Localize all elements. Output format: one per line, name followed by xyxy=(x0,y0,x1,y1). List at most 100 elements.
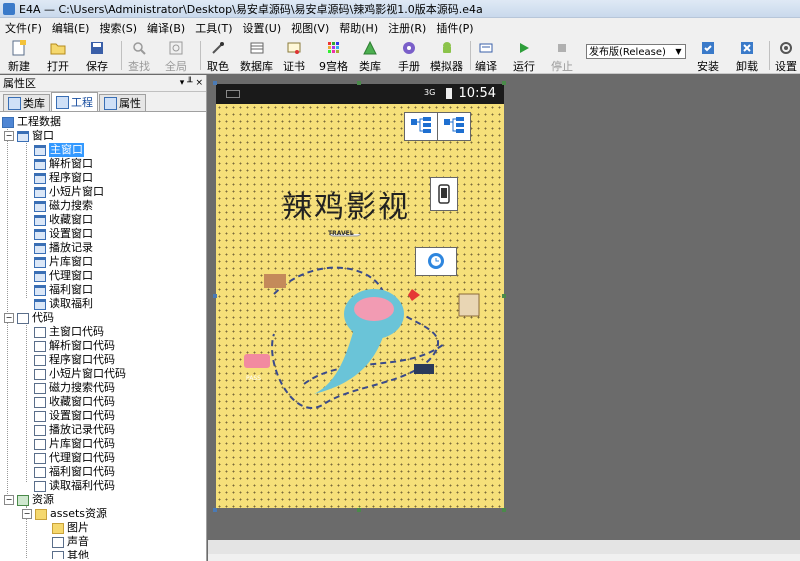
tree-item-code[interactable]: 播放记录代码 xyxy=(34,423,115,437)
tree-item-asset[interactable]: 声音 xyxy=(52,535,89,549)
tree-assets[interactable]: − assets资源 xyxy=(22,507,107,521)
code-file-icon xyxy=(34,340,46,352)
resources-icon xyxy=(17,494,29,506)
global-search-button[interactable]: 全局 xyxy=(165,40,187,74)
menu-settings[interactable]: 设置(U) xyxy=(238,20,287,36)
library-icon xyxy=(362,40,378,56)
tree-item-code[interactable]: 读取福利代码 xyxy=(34,479,115,493)
tree-item-code[interactable]: 代理窗口代码 xyxy=(34,451,115,465)
menu-file[interactable]: 文件(F) xyxy=(0,20,47,36)
menu-build[interactable]: 编译(B) xyxy=(142,20,190,36)
android-status-bar: 3G 10:54 xyxy=(216,84,504,104)
manual-button[interactable]: 手册 xyxy=(398,40,420,74)
resize-handle[interactable] xyxy=(502,81,506,85)
tree-item-code[interactable]: 收藏窗口代码 xyxy=(34,395,115,409)
nine-grid-button[interactable]: 9宫格 xyxy=(319,40,348,74)
menu-view[interactable]: 视图(V) xyxy=(286,20,334,36)
window-icon xyxy=(34,172,46,184)
find-button[interactable]: 查找 xyxy=(128,40,150,74)
tree-item-window[interactable]: 代理窗口 xyxy=(34,269,93,283)
tree-item-asset[interactable]: 图片 xyxy=(52,521,89,535)
settings-button[interactable]: 设置 xyxy=(775,40,797,74)
tree-item-code[interactable]: 福利窗口代码 xyxy=(34,465,115,479)
tree-code[interactable]: − 代码 xyxy=(4,311,54,325)
install-button[interactable]: 安装 xyxy=(697,40,719,74)
pick-color-button[interactable]: 取色 xyxy=(207,40,229,74)
certificate-button[interactable]: 证书 xyxy=(283,40,305,74)
tree-windows[interactable]: − 窗口 xyxy=(4,129,54,143)
collapse-icon[interactable]: − xyxy=(4,495,14,505)
collapse-icon[interactable]: − xyxy=(4,131,14,141)
save-button[interactable]: 保存 xyxy=(86,40,108,74)
resize-handle[interactable] xyxy=(502,508,506,512)
resize-handle[interactable] xyxy=(213,81,217,85)
tree-item-code[interactable]: 主窗口代码 xyxy=(34,325,104,339)
tree-resources[interactable]: − 资源 xyxy=(4,493,54,507)
eyedropper-icon xyxy=(210,40,226,56)
database-icon xyxy=(249,40,265,56)
tree-item-code[interactable]: 设置窗口代码 xyxy=(34,409,115,423)
list-component-icon[interactable] xyxy=(437,112,471,141)
travel-label: TRAVEL xyxy=(328,230,354,237)
code-file-icon xyxy=(34,424,46,436)
uninstall-icon xyxy=(739,40,755,56)
tree-item-window[interactable]: 小短片窗口 xyxy=(34,185,104,199)
stop-icon xyxy=(554,40,570,56)
emulator-button[interactable]: 模拟器 xyxy=(430,40,463,74)
collapse-icon[interactable]: − xyxy=(22,509,32,519)
tree-item-window[interactable]: 读取福利 xyxy=(34,297,93,311)
menu-register[interactable]: 注册(R) xyxy=(383,20,431,36)
database-button[interactable]: 数据库 xyxy=(240,40,273,74)
tree-item-window[interactable]: 设置窗口 xyxy=(34,227,93,241)
tree-item-window[interactable]: 片库窗口 xyxy=(34,255,93,269)
window-icon xyxy=(34,144,46,156)
phone-component-icon[interactable] xyxy=(430,177,458,211)
tab-library[interactable]: 类库 xyxy=(3,94,50,111)
compile-button[interactable]: 编译 xyxy=(475,40,497,74)
tree-root[interactable]: 工程数据 xyxy=(2,115,61,129)
open-button[interactable]: 打开 xyxy=(47,40,69,74)
stop-button[interactable]: 停止 xyxy=(551,40,573,74)
resize-handle[interactable] xyxy=(357,81,361,85)
tree-item-window[interactable]: 福利窗口 xyxy=(34,283,93,297)
list-component-icon[interactable] xyxy=(404,112,438,141)
tree-item-code[interactable]: 程序窗口代码 xyxy=(34,353,115,367)
run-button[interactable]: 运行 xyxy=(513,40,535,74)
tree-item-code[interactable]: 小短片窗口代码 xyxy=(34,367,126,381)
tree-item-window[interactable]: 磁力搜索 xyxy=(34,199,93,213)
main-window-screen[interactable]: 辣鸡影视 TRAVEL PASS xyxy=(216,104,504,508)
battery-icon xyxy=(446,88,452,99)
menu-tools[interactable]: 工具(T) xyxy=(190,20,237,36)
new-button[interactable]: 新建 xyxy=(8,40,30,74)
tree-item-window[interactable]: 播放记录 xyxy=(34,241,93,255)
panel-controls[interactable]: ▾ ╨ × xyxy=(180,78,203,88)
menu-search[interactable]: 搜索(S) xyxy=(94,20,142,36)
uninstall-button[interactable]: 卸载 xyxy=(736,40,758,74)
tree-item-asset[interactable]: 其他 xyxy=(52,549,89,559)
tab-properties[interactable]: 属性 xyxy=(99,94,146,111)
resize-handle[interactable] xyxy=(213,508,217,512)
phone-preview[interactable]: 3G 10:54 辣鸡影视 TRAVEL PASS xyxy=(216,84,504,508)
library-button[interactable]: 类库 xyxy=(359,40,381,74)
tree-item-code[interactable]: 解析窗口代码 xyxy=(34,339,115,353)
status-time: 10:54 xyxy=(458,86,496,101)
menu-edit[interactable]: 编辑(E) xyxy=(47,20,95,36)
tree-item-code[interactable]: 磁力搜索代码 xyxy=(34,381,115,395)
resize-handle[interactable] xyxy=(213,294,217,298)
horizontal-scrollbar[interactable] xyxy=(208,540,800,554)
tree-item-window[interactable]: 程序窗口 xyxy=(34,171,93,185)
window-icon xyxy=(34,214,46,226)
tree-item-window[interactable]: 解析窗口 xyxy=(34,157,93,171)
resize-handle[interactable] xyxy=(357,508,361,512)
collapse-icon[interactable]: − xyxy=(4,313,14,323)
tree-item-window[interactable]: 主窗口 xyxy=(34,143,84,157)
window-icon xyxy=(34,284,46,296)
property-panel: 属性区 ▾ ╨ × 类库 工程 属性 工程数据 − 窗口 主窗口 解析窗口 程序窗… xyxy=(0,75,207,561)
build-mode-select[interactable]: 发布版(Release) ▼ xyxy=(586,44,686,59)
tree-item-code[interactable]: 片库窗口代码 xyxy=(34,437,115,451)
menu-help[interactable]: 帮助(H) xyxy=(334,20,383,36)
tab-project[interactable]: 工程 xyxy=(51,92,98,111)
menu-plugins[interactable]: 插件(P) xyxy=(431,20,478,36)
tree-item-window[interactable]: 收藏窗口 xyxy=(34,213,93,227)
resize-handle[interactable] xyxy=(502,294,506,298)
